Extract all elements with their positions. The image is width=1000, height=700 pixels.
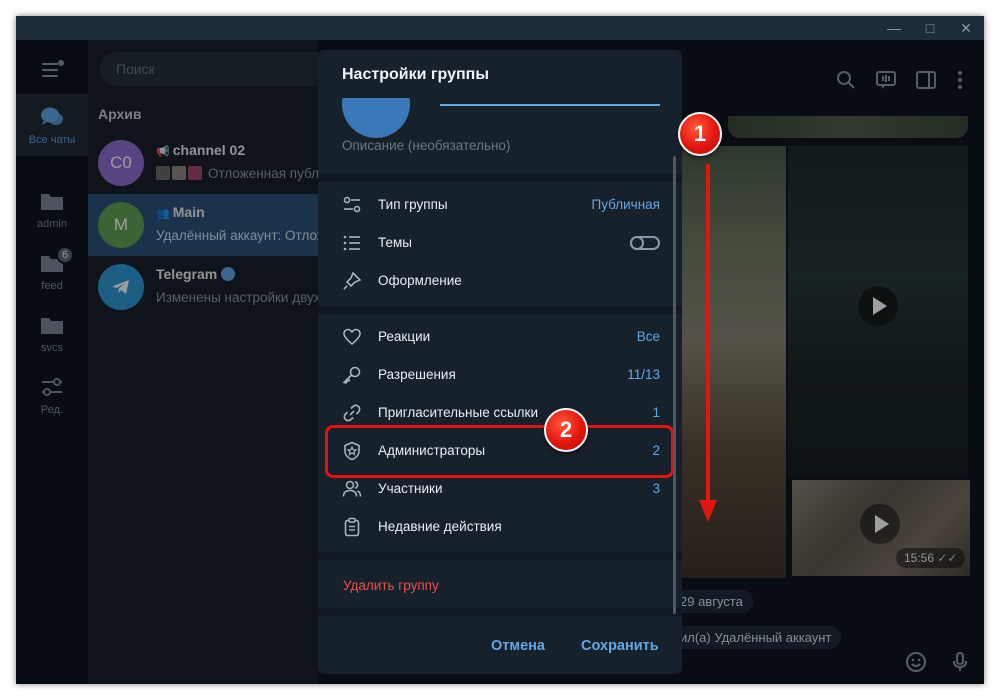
row-label: Тип группы: [378, 197, 448, 212]
row-reactions[interactable]: Реакции Все: [318, 318, 682, 356]
topics-toggle[interactable]: [630, 236, 660, 250]
row-label: Оформление: [378, 273, 462, 288]
row-group-type[interactable]: Тип группы Публичная: [318, 186, 682, 224]
row-value: Все: [636, 329, 660, 344]
group-type-icon: [343, 196, 361, 213]
dialog-scroll-area[interactable]: Описание (необязательно) Тип группы Публ…: [318, 98, 682, 616]
row-value: 11/13: [627, 367, 660, 382]
topics-icon: [343, 235, 360, 251]
members-icon: [342, 480, 362, 497]
maximize-icon[interactable]: □: [912, 16, 948, 40]
link-icon: [343, 404, 361, 422]
appearance-icon: [343, 271, 362, 290]
key-icon: [342, 366, 361, 384]
scroll-arrow-head: [699, 500, 717, 522]
recent-actions-icon: [344, 517, 360, 537]
dialog-scrollbar[interactable]: [673, 156, 676, 614]
section-divider: [318, 608, 682, 616]
row-value: 3: [652, 481, 660, 496]
row-value: Публичная: [591, 197, 660, 212]
title-bar: — □ ✕: [16, 16, 984, 40]
close-icon[interactable]: ✕: [948, 16, 984, 40]
highlight-box: [325, 425, 674, 478]
telegram-window: — □ ✕ Все чаты admin feed 6 svcs Ред. По…: [16, 16, 984, 684]
row-label: Участники: [378, 481, 443, 496]
minimize-icon[interactable]: —: [876, 16, 912, 40]
row-label: Разрешения: [378, 367, 456, 382]
row-label: Недавние действия: [378, 519, 502, 534]
row-value: 1: [652, 405, 660, 420]
section-divider: [318, 306, 682, 314]
group-avatar[interactable]: [342, 98, 410, 138]
row-topics[interactable]: Темы: [318, 224, 682, 262]
group-settings-dialog: Настройки группы Описание (необязательно…: [318, 50, 682, 674]
row-label: Пригласительные ссылки: [378, 405, 539, 420]
scroll-arrow: [706, 164, 710, 506]
section-divider: [318, 174, 682, 182]
row-label: Реакции: [378, 329, 431, 344]
row-recent-actions[interactable]: Недавние действия: [318, 508, 682, 546]
description-field[interactable]: Описание (необязательно): [342, 138, 510, 153]
row-appearance[interactable]: Оформление: [318, 262, 682, 300]
section-divider: [318, 552, 682, 560]
step-badge-1: 1: [678, 112, 722, 156]
step-badge-2: 2: [544, 408, 588, 452]
save-button[interactable]: Сохранить: [581, 638, 659, 654]
cancel-button[interactable]: Отмена: [491, 638, 545, 654]
row-label: Темы: [378, 235, 412, 250]
delete-group-button[interactable]: Удалить группу: [343, 578, 439, 593]
dialog-footer: Отмена Сохранить: [318, 630, 682, 674]
dialog-title: Настройки группы: [342, 66, 489, 83]
heart-icon: [343, 328, 361, 346]
row-permissions[interactable]: Разрешения 11/13: [318, 356, 682, 394]
group-name-field[interactable]: [440, 104, 660, 106]
